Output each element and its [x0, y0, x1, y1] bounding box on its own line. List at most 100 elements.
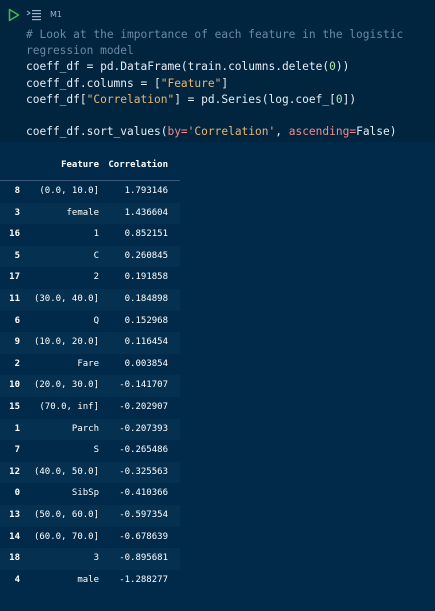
code-token: ]): [342, 92, 357, 106]
row-index: 3: [14, 207, 20, 218]
cell-menu-icon[interactable]: [26, 7, 42, 21]
code-editor[interactable]: # Look at the importance of each feature…: [26, 27, 403, 140]
row-index: 2: [14, 358, 20, 369]
row-index: 8: [14, 186, 20, 196]
table-row: 18 3 -0.895681: [0, 548, 180, 570]
cell-feature: SibSp: [71, 488, 99, 499]
table-row: 14 (60.0, 70.0] -0.678639: [0, 527, 180, 549]
row-index: 16: [9, 229, 20, 240]
table-row: 2 Fare 0.003854: [0, 354, 180, 376]
code-line: coeff_df.columns = ["Feature"]: [26, 76, 403, 92]
row-index: 15: [9, 401, 20, 412]
notebook-page: M1 # Look at the importance of each feat…: [0, 0, 435, 611]
code-token: "Correlation": [86, 92, 175, 106]
code-line: coeff_df = pd.DataFrame(train.columns.de…: [26, 59, 403, 75]
cell-feature: (50.0, 60.0]: [33, 509, 99, 520]
cell-correlation: 0.260845: [124, 250, 168, 261]
code-token: 0: [329, 60, 336, 74]
cell-feature: Fare: [77, 358, 99, 369]
table-row: 16 1 0.852151: [0, 224, 180, 246]
code-token: coeff_df = pd.DataFrame(train.columns.de…: [26, 60, 330, 74]
cell-correlation: -0.202907: [119, 401, 168, 412]
cell-feature: 3: [93, 553, 99, 564]
cell-correlation: -0.597354: [119, 509, 168, 520]
row-index: 18: [9, 553, 20, 564]
row-index: 9: [14, 337, 20, 348]
table-header: Feature Correlation: [0, 160, 180, 176]
code-token: coeff_df[: [26, 92, 87, 106]
code-token: coeff_df.sort_values(: [26, 125, 168, 139]
cell-correlation: 0.852151: [124, 229, 168, 240]
cell-correlation: -0.265486: [119, 445, 168, 456]
cell-feature: S: [93, 445, 99, 456]
row-index: 7: [14, 445, 20, 456]
code-token: ] = pd.Series(log.coef_[: [174, 92, 336, 106]
code-token: ascending=: [288, 125, 357, 139]
row-index: 11: [9, 293, 20, 304]
cell-correlation: 0.152968: [124, 315, 168, 326]
column-header-feature: Feature: [61, 160, 99, 170]
row-index: 6: [14, 315, 20, 326]
row-index: 17: [9, 272, 20, 283]
table-row: 15 (70.0, inf] -0.202907: [0, 397, 180, 419]
code-token: coeff_df.columns = [: [26, 76, 161, 90]
code-line: # Look at the importance of each feature…: [26, 27, 403, 43]
table-row: 8 (0.0, 10.0] 1.793146: [0, 181, 180, 203]
table-row: 12 (40.0, 50.0] -0.325563: [0, 461, 180, 484]
cell-label: M1: [50, 9, 62, 19]
code-token: ]: [221, 76, 229, 90]
code-token: 0: [335, 92, 343, 106]
cell-correlation: 0.003854: [124, 358, 168, 369]
table-row: 9 (10.0, 20.0] 0.116454: [0, 332, 180, 354]
run-icon[interactable]: [8, 7, 20, 22]
table-row: 10 (20.0, 30.0] -0.141707: [0, 375, 180, 397]
table-row: 0 SibSp -0.410366: [0, 483, 180, 505]
code-cell[interactable]: M1 # Look at the importance of each feat…: [0, 0, 435, 142]
table-row: 3 female 1.436604: [0, 202, 180, 225]
code-token: "Feature": [160, 76, 222, 90]
code-token: False): [356, 125, 397, 139]
table-row: 1 Parch -0.207393: [0, 418, 180, 441]
cell-correlation: -0.410366: [119, 488, 168, 499]
column-header-correlation: Correlation: [108, 160, 168, 170]
row-index: 12: [9, 466, 20, 477]
cell-feature: (30.0, 40.0]: [33, 293, 99, 304]
code-token: 'Correlation': [187, 125, 276, 139]
cell-correlation: -0.207393: [119, 423, 168, 434]
cell-correlation: 0.191858: [124, 272, 168, 283]
row-index: 0: [14, 488, 20, 499]
table-row: 13 (50.0, 60.0] -0.597354: [0, 504, 180, 527]
table-row: 17 2 0.191858: [0, 267, 180, 289]
cell-toolbar: M1: [8, 7, 62, 22]
code-line: regression model: [26, 43, 403, 59]
cell-correlation: 1.436604: [124, 207, 168, 218]
cell-feature: (70.0, inf]: [39, 401, 99, 412]
code-token: regression model: [26, 44, 134, 58]
code-token: ,: [275, 125, 289, 139]
cell-correlation: 0.184898: [124, 293, 168, 304]
cell-correlation: -1.288277: [119, 574, 168, 585]
code-token: by=: [167, 125, 188, 139]
cell-feature: female: [66, 207, 99, 218]
table-row: 4 male -1.288277: [0, 570, 180, 592]
row-index: 14: [9, 531, 20, 542]
row-index: 10: [9, 380, 20, 391]
code-line: coeff_df.sort_values(by='Correlation', a…: [26, 124, 403, 140]
code-line: coeff_df["Correlation"] = pd.Series(log.…: [26, 92, 403, 108]
cell-correlation: -0.895681: [119, 553, 168, 564]
cell-feature: (20.0, 30.0]: [33, 380, 99, 391]
cell-feature: 1: [93, 229, 99, 240]
cell-correlation: -0.325563: [119, 466, 168, 477]
table-row: 7 S -0.265486: [0, 440, 180, 462]
row-index: 1: [14, 423, 20, 434]
cell-feature: C: [93, 250, 99, 261]
code-token: )): [335, 60, 350, 74]
cell-feature: (60.0, 70.0]: [33, 531, 99, 542]
row-index: 5: [14, 250, 20, 261]
row-index: 4: [14, 574, 20, 585]
table-row: 5 C 0.260845: [0, 245, 180, 268]
cell-feature: 2: [93, 272, 99, 283]
table-row: 6 Q 0.152968: [0, 311, 180, 333]
cell-feature: Parch: [71, 423, 99, 434]
